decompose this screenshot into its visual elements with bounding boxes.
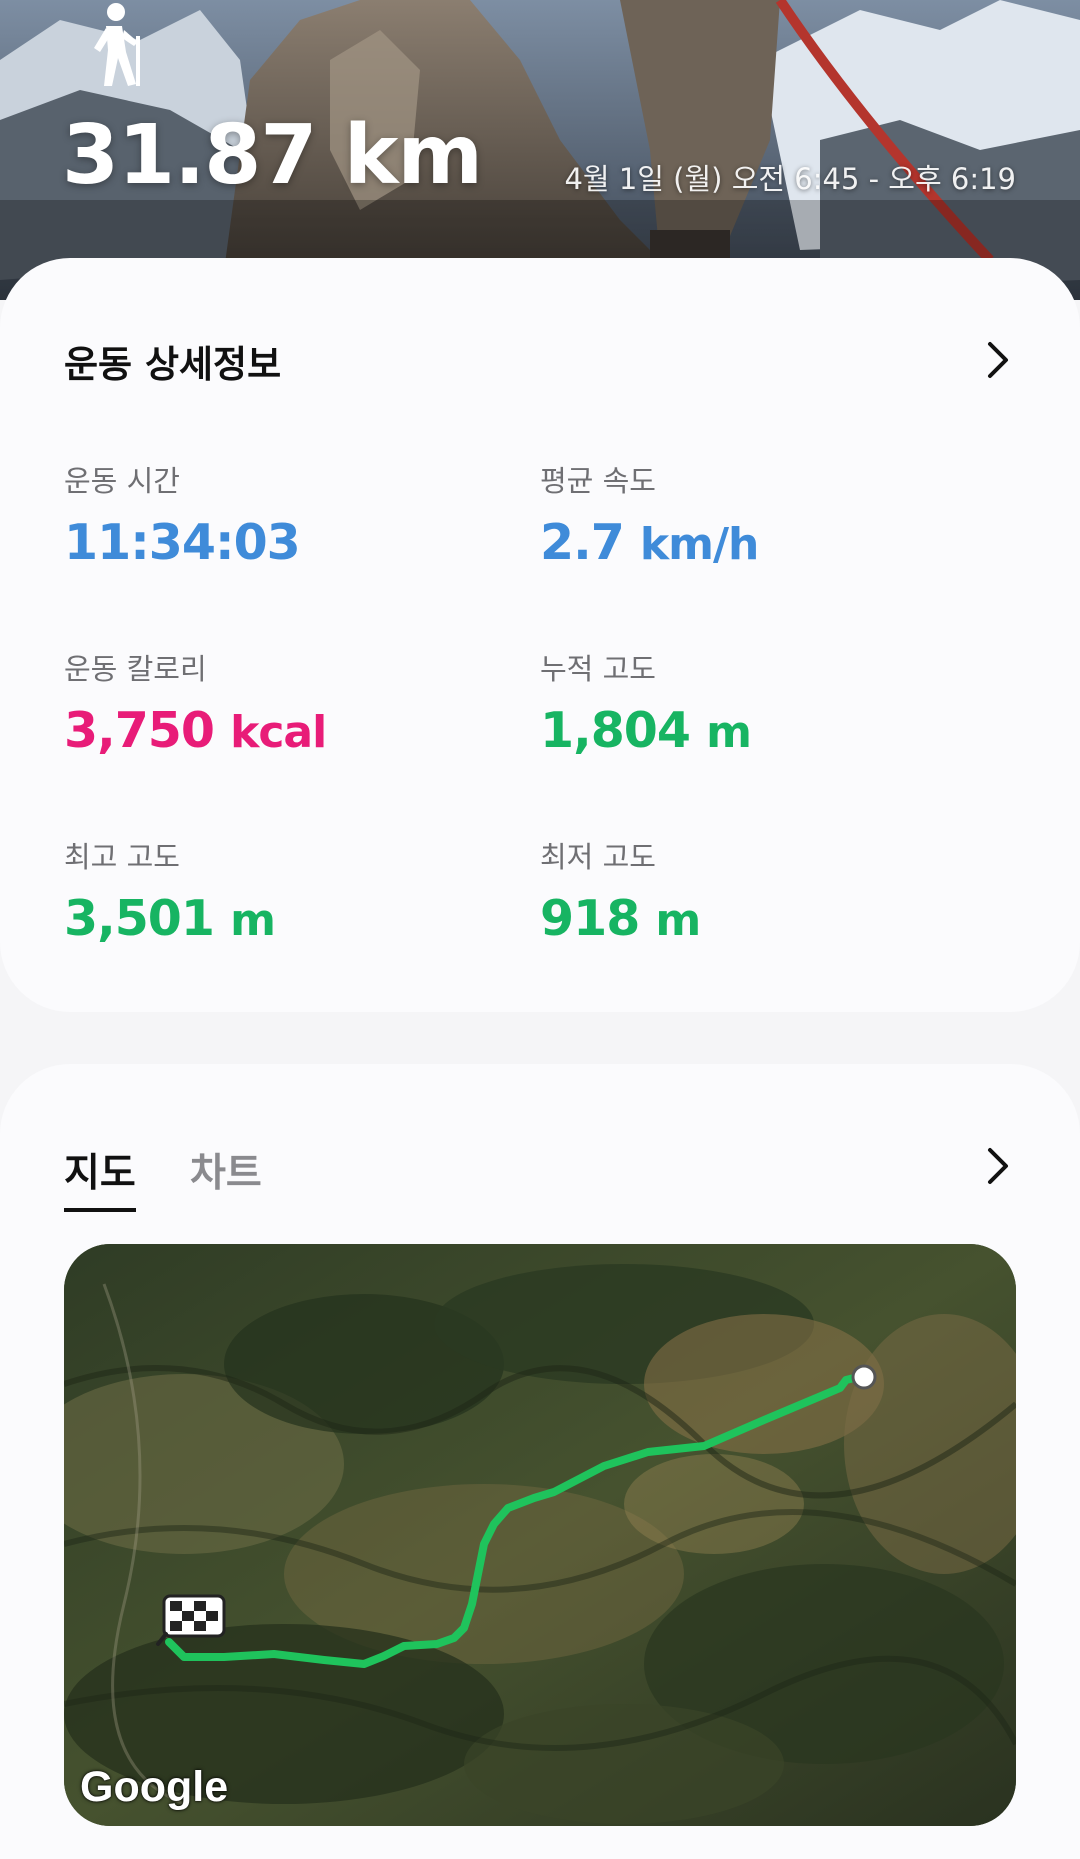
stat-calories: 운동 칼로리 3,750 kcal xyxy=(64,646,327,759)
chevron-right-icon[interactable] xyxy=(980,1144,1016,1188)
chevron-right-icon[interactable] xyxy=(980,338,1016,382)
stat-min-altitude: 최저 고도 918 m xyxy=(540,834,701,947)
stat-elevation-gain: 누적 고도 1,804 m xyxy=(540,646,752,759)
stat-value: 1,804 m xyxy=(540,702,752,759)
stat-label: 최저 고도 xyxy=(540,840,656,874)
stat-value: 3,750 kcal xyxy=(64,702,327,759)
google-attribution: Google xyxy=(80,1763,229,1811)
route-map[interactable]: Google xyxy=(64,1244,1016,1826)
stat-value: 2.7 km/h xyxy=(540,514,759,571)
total-distance: 31.87 km xyxy=(62,108,483,203)
stat-label: 누적 고도 xyxy=(540,652,656,686)
hero-banner: 31.87 km 4월 1일 (월) 오전 6:45 - 오후 6:19 xyxy=(0,0,1080,300)
stat-label: 최고 고도 xyxy=(64,840,180,874)
stat-value: 918 m xyxy=(540,890,701,947)
stat-max-altitude: 최고 고도 3,501 m xyxy=(64,834,276,947)
workout-detail-screen: 31.87 km 4월 1일 (월) 오전 6:45 - 오후 6:19 운동 … xyxy=(0,0,1080,1859)
map-chart-card: 지도 차트 Google xyxy=(0,1064,1080,1859)
workout-date-range: 4월 1일 (월) 오전 6:45 - 오후 6:19 xyxy=(564,162,1016,196)
stat-value: 11:34:03 xyxy=(64,514,301,571)
workout-details-card[interactable]: 운동 상세정보 운동 시간 11:34:03 평균 속도 2.7 km/h 운동… xyxy=(0,258,1080,1012)
stat-average-speed: 평균 속도 2.7 km/h xyxy=(540,458,759,571)
workout-details-title: 운동 상세정보 xyxy=(64,343,282,386)
stat-label: 운동 시간 xyxy=(64,464,180,498)
hiking-icon xyxy=(94,3,140,86)
tab-map[interactable]: 지도 xyxy=(64,1142,136,1212)
stat-label: 평균 속도 xyxy=(540,464,656,498)
tab-chart[interactable]: 차트 xyxy=(190,1142,262,1208)
stat-workout-time: 운동 시간 11:34:03 xyxy=(64,458,301,571)
satellite-terrain xyxy=(64,1244,1016,1826)
stat-label: 운동 칼로리 xyxy=(64,652,207,686)
stat-value: 3,501 m xyxy=(64,890,276,947)
start-point-icon xyxy=(851,1364,877,1390)
checkered-flag-icon xyxy=(156,1594,226,1646)
